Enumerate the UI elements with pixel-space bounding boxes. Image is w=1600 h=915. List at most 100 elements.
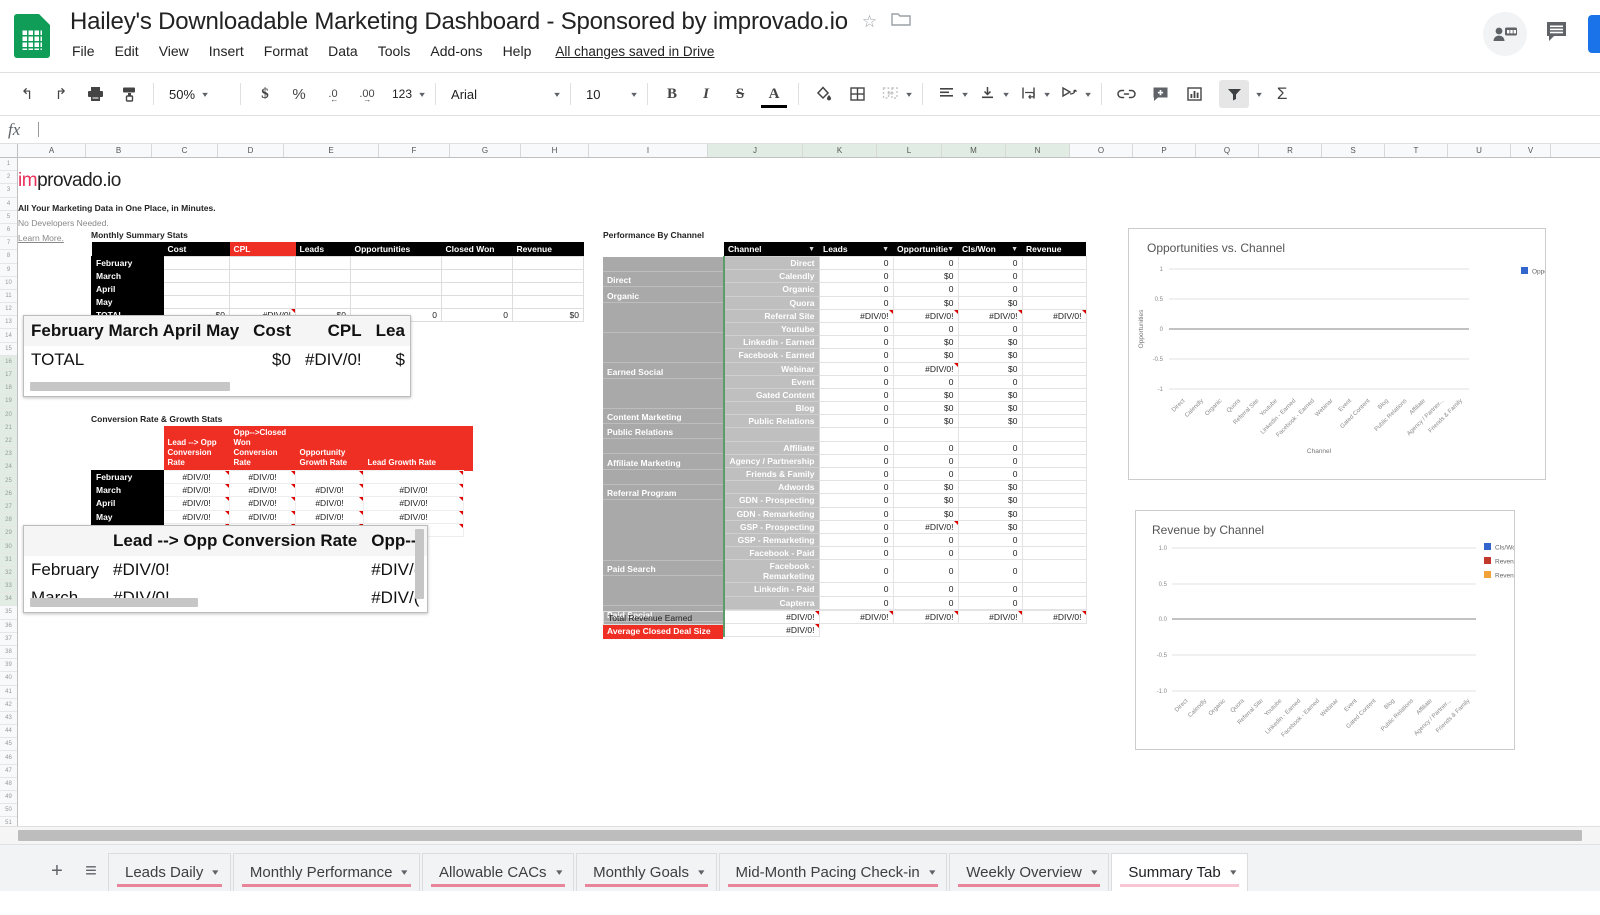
folder-icon[interactable] xyxy=(891,12,911,32)
table-row[interactable]: Facebook - Earned0$0$0 xyxy=(724,349,1086,362)
leads-cell[interactable]: 0 xyxy=(819,257,893,270)
channel-group[interactable] xyxy=(603,439,723,454)
channel-name-cell[interactable]: Direct xyxy=(724,257,819,270)
cls-won-cell[interactable]: $0 xyxy=(958,349,1022,362)
chevron-down-icon[interactable]: ▾ xyxy=(556,867,562,878)
row-header-25[interactable]: 25 xyxy=(0,475,17,488)
channel-name-cell[interactable]: Gated Content xyxy=(724,388,819,401)
save-status[interactable]: All changes saved in Drive xyxy=(555,44,714,59)
table-row[interactable] xyxy=(724,428,1086,441)
text-color-button[interactable]: A xyxy=(759,80,789,108)
col-header-G[interactable]: G xyxy=(450,144,521,157)
opportunities-cell[interactable]: $0 xyxy=(893,270,958,283)
leads-cell[interactable]: 0 xyxy=(819,270,893,283)
select-all-corner[interactable] xyxy=(0,144,18,157)
chart-opportunities-vs-channel[interactable]: Opportunities vs. Channel 1 0.5 0 -0.5 -… xyxy=(1128,228,1546,480)
chevron-down-icon[interactable]: ▾ xyxy=(1230,867,1236,878)
revenue-cell[interactable]: #DIV/0! xyxy=(1022,309,1086,322)
cell[interactable] xyxy=(164,283,230,296)
table-row[interactable]: Facebook - Paid000 xyxy=(724,547,1086,560)
cls-won-cell[interactable]: $0 xyxy=(958,520,1022,533)
cls-won-cell[interactable]: $0 xyxy=(958,362,1022,375)
channel-name-cell[interactable]: Friends & Family xyxy=(724,468,819,481)
revenue-cell[interactable] xyxy=(1022,583,1086,596)
opportunities-cell[interactable]: 0 xyxy=(893,583,958,596)
opportunities-cell[interactable]: 0 xyxy=(893,257,958,270)
channel-group[interactable]: Public Relations xyxy=(603,424,723,439)
leads-cell[interactable]: 0 xyxy=(819,596,893,609)
col-header-H[interactable]: H xyxy=(521,144,589,157)
row-header-45[interactable]: 45 xyxy=(0,738,17,751)
cell[interactable] xyxy=(164,270,230,283)
row-header-24[interactable]: 24 xyxy=(0,461,17,474)
leads-cell[interactable]: 0 xyxy=(819,507,893,520)
chevron-down-icon[interactable]: ▾ xyxy=(1091,867,1097,878)
page-title[interactable]: Hailey's Downloadable Marketing Dashboar… xyxy=(70,8,848,36)
bold-button[interactable]: B xyxy=(657,80,687,108)
popup-vertical-scrollbar[interactable] xyxy=(415,529,424,599)
cls-won-cell[interactable]: $0 xyxy=(958,494,1022,507)
cell[interactable] xyxy=(442,296,513,309)
table-row[interactable]: GDN - Remarketing0$0$0 xyxy=(724,507,1086,520)
leads-cell[interactable]: 0 xyxy=(819,283,893,296)
row-header-42[interactable]: 42 xyxy=(0,699,17,712)
revenue-cell[interactable] xyxy=(1022,481,1086,494)
leads-cell[interactable]: 0 xyxy=(819,481,893,494)
row-header-28[interactable]: 28 xyxy=(0,514,17,527)
channel-name-cell[interactable]: Organic xyxy=(724,283,819,296)
opportunities-cell[interactable]: $0 xyxy=(893,415,958,428)
row-header-14[interactable]: 14 xyxy=(0,329,17,342)
cell[interactable]: #DIV/0! xyxy=(296,497,364,510)
row-header-43[interactable]: 43 xyxy=(0,712,17,725)
revenue-cell[interactable] xyxy=(1022,257,1086,270)
col-header-A[interactable]: A xyxy=(18,144,86,157)
leads-cell[interactable]: 0 xyxy=(819,547,893,560)
redo-icon[interactable]: ↱ xyxy=(46,80,76,108)
channel-name-cell[interactable]: Blog xyxy=(724,402,819,415)
cls-won-cell[interactable]: 0 xyxy=(958,441,1022,454)
col-header-P[interactable]: P xyxy=(1133,144,1196,157)
revenue-cell[interactable] xyxy=(1022,388,1086,401)
more-formats-select[interactable]: 123 ▾ xyxy=(384,80,428,108)
opportunities-cell[interactable]: 0 xyxy=(893,560,958,583)
cls-won-cell[interactable]: $0 xyxy=(958,402,1022,415)
channel-name-cell[interactable]: Facebook - Remarketing xyxy=(724,560,819,583)
chart-revenue-by-channel[interactable]: Revenue by Channel 1.0 0.5 0.0 -0.5 -1.0… xyxy=(1135,510,1515,750)
row-header-46[interactable]: 46 xyxy=(0,751,17,764)
cell[interactable]: #DIV/0! xyxy=(724,623,819,636)
leads-cell[interactable]: 0 xyxy=(819,349,893,362)
revenue-cell[interactable] xyxy=(1022,468,1086,481)
revenue-cell[interactable] xyxy=(1022,494,1086,507)
table-row[interactable]: Calendly0$00 xyxy=(724,270,1086,283)
row-header-1[interactable]: 1 xyxy=(0,158,17,171)
cls-won-cell[interactable]: $0 xyxy=(958,507,1022,520)
row-header-26[interactable]: 26 xyxy=(0,488,17,501)
leads-cell[interactable]: 0 xyxy=(819,520,893,533)
row-header-47[interactable]: 47 xyxy=(0,765,17,778)
horizontal-align-select[interactable]: ▾ xyxy=(930,80,971,108)
channel-name-cell[interactable]: Referral Site xyxy=(724,309,819,322)
cell[interactable]: #DIV/0! xyxy=(106,556,364,584)
col-header-N[interactable]: N xyxy=(1006,144,1070,157)
channel-group[interactable] xyxy=(603,500,723,561)
table-row[interactable]: Direct000 xyxy=(724,257,1086,270)
table-row[interactable]: May #DIV/0! #DIV/0! #DIV/0! #DIV/0! xyxy=(92,510,473,523)
cell[interactable] xyxy=(513,270,584,283)
fill-color-icon[interactable] xyxy=(808,80,838,108)
revenue-cell[interactable] xyxy=(1022,375,1086,388)
col-header-V[interactable]: V xyxy=(1511,144,1551,157)
cls-won-cell[interactable]: $0 xyxy=(958,415,1022,428)
opportunities-cell[interactable]: $0 xyxy=(893,388,958,401)
table-row[interactable]: Quora0$0$0 xyxy=(724,296,1086,309)
cls-won-cell[interactable]: #DIV/0! xyxy=(958,309,1022,322)
chevron-down-icon[interactable]: ▾ xyxy=(402,867,408,878)
cell-cost[interactable]: $0 xyxy=(246,346,298,374)
table-row[interactable]: February #DIV/0! #DIV/0! xyxy=(92,471,473,484)
opportunities-cell[interactable]: $0 xyxy=(893,481,958,494)
cls-won-cell[interactable]: $0 xyxy=(958,481,1022,494)
revenue-cell[interactable] xyxy=(1022,533,1086,546)
total-revenue-row[interactable]: #DIV/0! #DIV/0! #DIV/0! #DIV/0! #DIV/0! xyxy=(724,610,1086,623)
revenue-cell[interactable] xyxy=(1022,520,1086,533)
sheet-tab-summary-tab[interactable]: Summary Tab▾ xyxy=(1111,853,1248,891)
add-sheet-button[interactable]: + xyxy=(40,851,74,891)
